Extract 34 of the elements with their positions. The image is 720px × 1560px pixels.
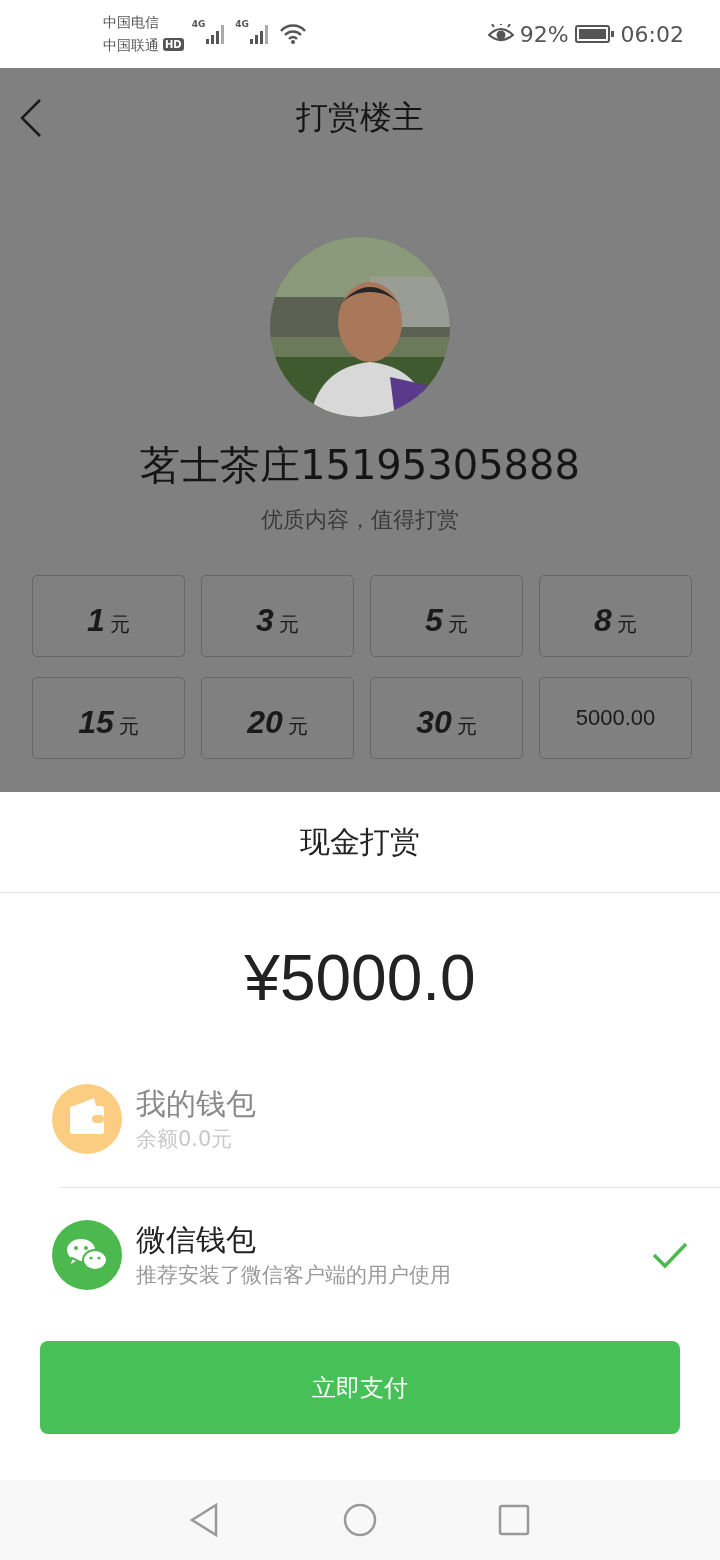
custom-amount-field[interactable]: 5000.00 bbox=[539, 677, 692, 759]
payment-method-name: 微信钱包 bbox=[136, 1221, 257, 1259]
payment-method-note: 推荐安装了微信客户端的用户使用 bbox=[136, 1262, 452, 1289]
user-name: 茗士茶庄15195305888 bbox=[140, 441, 580, 489]
eye-icon bbox=[487, 24, 514, 44]
carrier-name: 中国电信 bbox=[103, 12, 159, 32]
amount-option[interactable]: 30 元 bbox=[370, 677, 523, 759]
battery-percent: 92% bbox=[519, 21, 569, 47]
hd-badge: HD bbox=[163, 38, 184, 51]
wallet-icon bbox=[52, 1084, 122, 1154]
wifi-icon bbox=[279, 23, 307, 45]
carrier-name: 中国联通 bbox=[103, 35, 159, 55]
amount-option[interactable]: 3 元 bbox=[201, 575, 354, 657]
network-label: 4G bbox=[235, 19, 249, 29]
checkmark-icon bbox=[652, 1241, 688, 1269]
sheet-title: 现金打赏 bbox=[300, 822, 420, 861]
payment-option[interactable]: 微信钱包 推荐安装了微信客户端的用户使用 bbox=[0, 1187, 720, 1323]
wechat-icon bbox=[52, 1220, 122, 1290]
recents-icon[interactable] bbox=[496, 1502, 532, 1538]
amount-option[interactable]: 1 元 bbox=[32, 575, 185, 657]
signal-icon bbox=[249, 23, 271, 45]
amount-option[interactable]: 15 元 bbox=[32, 677, 185, 759]
page-title: 打赏楼主 bbox=[296, 97, 424, 138]
amount-option[interactable]: 20 元 bbox=[201, 677, 354, 759]
amount-option[interactable]: 8 元 bbox=[539, 575, 692, 657]
amount-option[interactable]: 5 元 bbox=[370, 575, 523, 657]
payment-amount: ¥5000.0 bbox=[243, 941, 477, 1013]
tagline: 优质内容，值得打赏 bbox=[261, 506, 459, 534]
home-icon[interactable] bbox=[342, 1502, 378, 1538]
network-label: 4G bbox=[191, 19, 206, 29]
battery-icon bbox=[574, 24, 615, 44]
clock-time: 06:02 bbox=[620, 21, 684, 47]
payment-method-name: 我的钱包 bbox=[136, 1085, 257, 1123]
pay-now-button[interactable]: 立即支付 bbox=[40, 1341, 680, 1434]
